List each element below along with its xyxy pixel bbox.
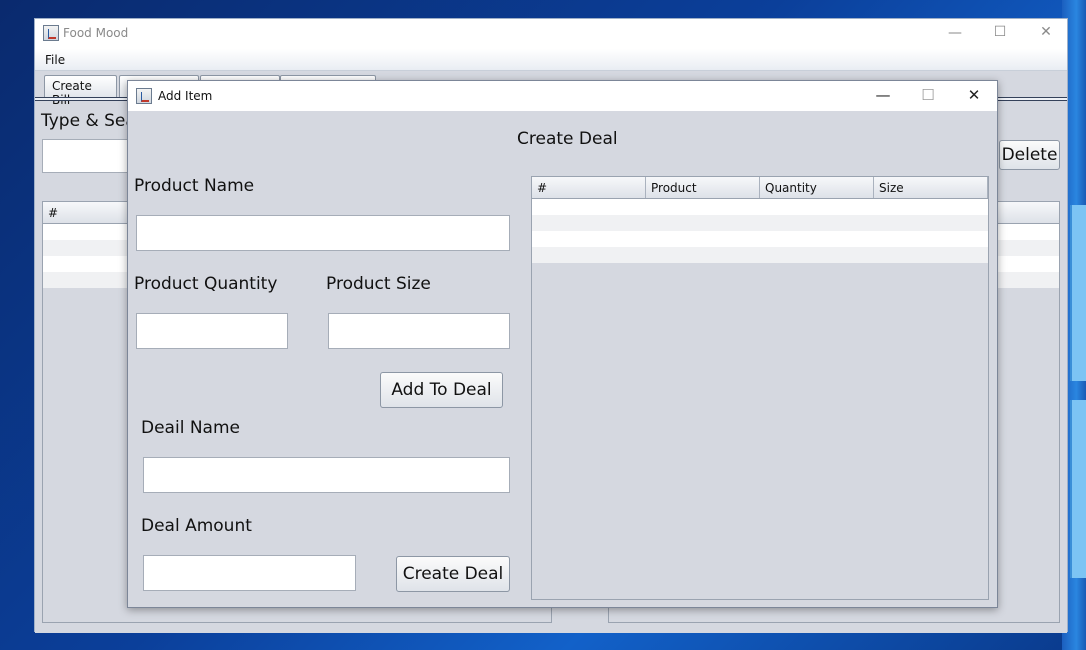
java-app-icon <box>136 88 152 104</box>
close-icon[interactable]: ✕ <box>1023 24 1069 40</box>
product-name-label: Product Name <box>134 176 255 196</box>
column-header-size[interactable]: Size <box>874 177 988 198</box>
deal-items-table[interactable]: # Product Quantity Size <box>531 176 989 600</box>
maximize-icon[interactable]: ☐ <box>905 86 951 104</box>
product-quantity-label: Product Quantity <box>134 274 278 294</box>
table-row[interactable] <box>532 231 988 247</box>
menu-bar: File <box>35 49 1067 71</box>
main-title-bar: Food Mood — ☐ ✕ <box>35 19 1067 49</box>
desktop-window-tile <box>1070 400 1086 578</box>
java-app-icon <box>43 25 59 41</box>
maximize-icon[interactable]: ☐ <box>977 24 1023 40</box>
bills-column-number: # <box>48 206 59 220</box>
delete-button[interactable]: Delete <box>999 140 1060 170</box>
create-deal-heading: Create Deal <box>517 129 618 149</box>
deal-name-input[interactable] <box>143 457 510 493</box>
menu-file[interactable]: File <box>45 53 65 67</box>
minimize-icon[interactable]: — <box>932 25 978 41</box>
search-label: Type & Sea <box>41 111 136 131</box>
table-row[interactable] <box>532 215 988 231</box>
column-header-product[interactable]: Product <box>646 177 760 198</box>
product-size-input[interactable] <box>328 313 510 349</box>
column-header-number[interactable]: # <box>532 177 646 198</box>
add-item-dialog: Add Item — ☐ ✕ Create Deal Product Name … <box>127 80 998 608</box>
table-row[interactable] <box>532 199 988 215</box>
search-input[interactable] <box>42 139 134 173</box>
deal-items-table-header: # Product Quantity Size <box>532 177 988 199</box>
column-header-quantity[interactable]: Quantity <box>760 177 874 198</box>
product-quantity-input[interactable] <box>136 313 288 349</box>
table-row[interactable] <box>532 247 988 263</box>
minimize-icon[interactable]: — <box>860 86 906 104</box>
create-deal-button[interactable]: Create Deal <box>396 556 510 592</box>
deal-name-label: Deail Name <box>141 418 240 438</box>
desktop-window-tile <box>1070 205 1086 381</box>
dialog-title-bar: Add Item — ☐ ✕ <box>128 81 997 111</box>
add-to-deal-button[interactable]: Add To Deal <box>380 372 503 408</box>
dialog-title: Add Item <box>158 89 213 103</box>
tab-create-bill[interactable]: Create Bill <box>44 75 117 107</box>
product-size-label: Product Size <box>326 274 431 294</box>
main-window-title: Food Mood <box>63 26 129 40</box>
deal-amount-input[interactable] <box>143 555 356 591</box>
product-name-input[interactable] <box>136 215 510 251</box>
deal-amount-label: Deal Amount <box>141 516 252 536</box>
close-icon[interactable]: ✕ <box>951 86 997 104</box>
